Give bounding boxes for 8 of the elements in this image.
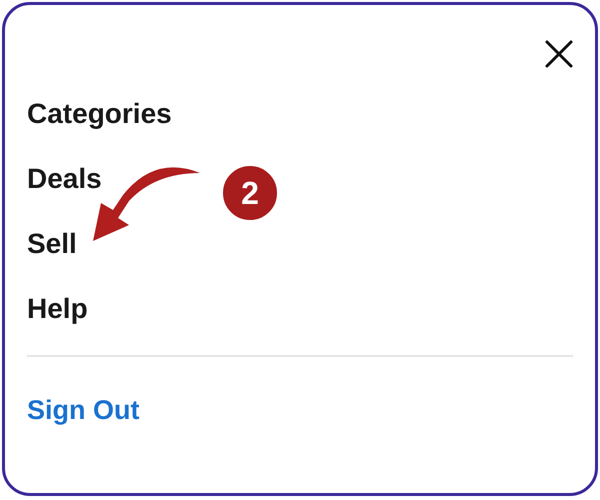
menu-item[interactable]: Deals bbox=[27, 146, 102, 211]
menu-item[interactable]: Help bbox=[27, 276, 88, 341]
close-button[interactable] bbox=[544, 39, 574, 69]
step-number-badge: 2 bbox=[221, 164, 279, 222]
menu-item[interactable]: Categories bbox=[27, 81, 172, 146]
sign-out-link[interactable]: Sign Out bbox=[27, 395, 140, 426]
close-icon bbox=[544, 39, 574, 69]
menu-item[interactable]: Sell bbox=[27, 211, 77, 276]
